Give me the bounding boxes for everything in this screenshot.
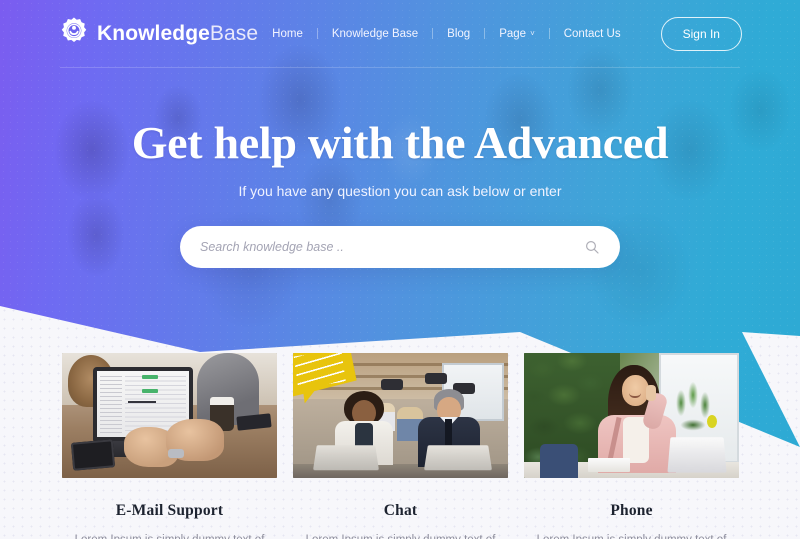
nav-item-contact-us-label: Contact Us [563, 27, 621, 40]
hero-content: Get help with the Advanced If you have a… [0, 118, 800, 268]
card-chat-image [293, 353, 508, 478]
card-email-support-title: E-Mail Support [115, 502, 224, 519]
page-root: KnowledgeBase Home Knowledge Base Blog P… [0, 0, 800, 539]
search-input[interactable] [200, 239, 584, 254]
hero-subtitle: If you have any question you can ask bel… [238, 182, 562, 199]
brand-logo[interactable]: KnowledgeBase [60, 17, 258, 50]
page-title: Get help with the Advanced [131, 117, 669, 168]
search-bar[interactable] [180, 225, 620, 268]
nav-item-home-label: Home [272, 27, 303, 40]
navbar-divider [60, 67, 740, 68]
nav-item-knowledge-base-label: Knowledge Base [331, 27, 419, 40]
nav-item-blog-label: Blog [447, 27, 471, 40]
card-email-support-desc: Lorem Ipsum is simply dummy text of the … [62, 532, 277, 539]
nav-item-blog[interactable]: Blog [433, 28, 484, 40]
service-cards: E-Mail Support Lorem Ipsum is simply dum… [62, 353, 739, 539]
card-phone[interactable]: Phone Lorem Ipsum is simply dummy text o… [524, 353, 739, 539]
sign-in-button[interactable]: Sign In [660, 16, 742, 51]
brand-name-strong: Knowledge [97, 21, 210, 45]
brand-name-light: Base [209, 21, 259, 45]
nav-item-home[interactable]: Home [258, 28, 317, 40]
nav-links: Home Knowledge Base Blog Page ˅ Contact … [258, 16, 742, 51]
chevron-down-icon: ˅ [530, 29, 535, 38]
search-icon[interactable] [584, 239, 600, 255]
card-phone-image [524, 353, 739, 478]
card-phone-desc: Lorem Ipsum is simply dummy text of the … [524, 532, 739, 539]
photo-phone [524, 353, 739, 478]
nav-item-page-label: Page [499, 27, 527, 40]
photo-email-support [62, 353, 277, 478]
card-chat-title: Chat [383, 502, 418, 519]
brand-name: KnowledgeBase [97, 22, 258, 46]
card-chat-desc: Lorem Ipsum is simply dummy text of the … [293, 532, 508, 539]
gear-smiley-icon [60, 17, 88, 50]
navbar: KnowledgeBase Home Knowledge Base Blog P… [0, 0, 800, 67]
card-email-support[interactable]: E-Mail Support Lorem Ipsum is simply dum… [62, 353, 277, 539]
card-email-support-image [62, 353, 277, 478]
card-chat[interactable]: Chat Lorem Ipsum is simply dummy text of… [293, 353, 508, 539]
card-phone-title: Phone [610, 502, 653, 519]
nav-item-knowledge-base[interactable]: Knowledge Base [318, 28, 432, 40]
nav-item-contact-us[interactable]: Contact Us [550, 28, 635, 40]
nav-item-page[interactable]: Page ˅ [485, 28, 549, 40]
photo-chat [293, 353, 508, 478]
